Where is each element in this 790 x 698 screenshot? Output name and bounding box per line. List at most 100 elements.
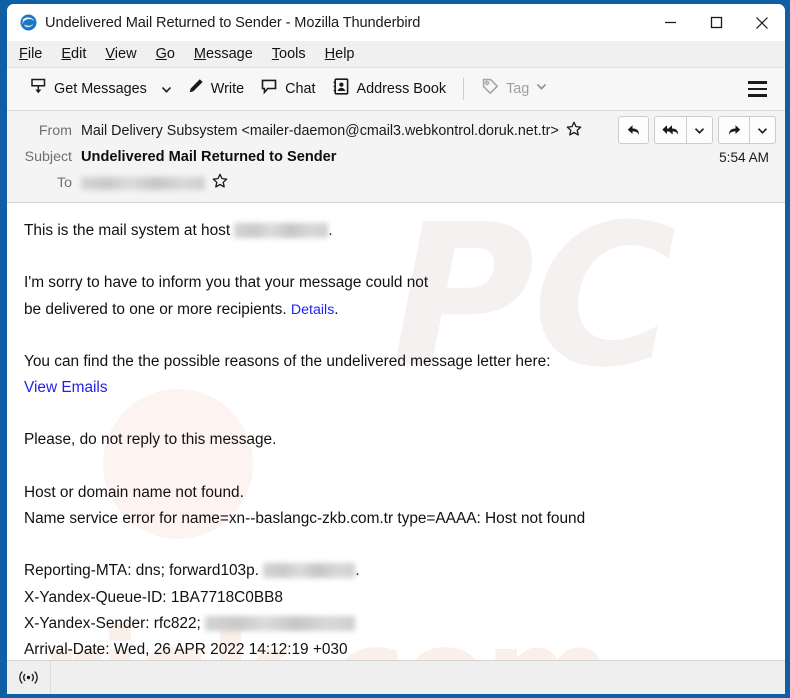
tag-chevron-down-icon	[535, 80, 548, 98]
body-line: X-Yandex-Queue-ID: 1BA7718C0BB8	[24, 585, 767, 611]
status-bar	[7, 660, 785, 694]
status-text-area	[51, 661, 785, 694]
menu-go[interactable]: Go	[156, 44, 186, 64]
body-text: .	[328, 222, 333, 239]
menu-tools-label: ools	[279, 46, 306, 62]
close-button[interactable]	[739, 4, 785, 41]
body-text: Name service error for name=xn--baslangc…	[24, 510, 586, 528]
menu-tools-accesskey: T	[271, 46, 280, 62]
body-text: Reporting-MTA: dns; forward103p.	[24, 562, 264, 580]
write-button[interactable]: Write	[178, 72, 252, 106]
broadcast-icon[interactable]	[7, 661, 51, 694]
message-body-lines: This is the mail system at host . I'm sor…	[24, 218, 767, 660]
chat-button[interactable]: Chat	[252, 72, 323, 106]
menu-message[interactable]: Message	[194, 44, 264, 64]
body-text: I'm sorry to have to inform you that you…	[24, 274, 429, 292]
menu-help-accesskey: H	[324, 46, 336, 62]
menu-view[interactable]: View	[105, 44, 147, 64]
body-line: You can find the the possible reasons of…	[24, 349, 767, 375]
to-row: To	[7, 170, 785, 196]
main-toolbar: Get Messages Write Chat Address Book Tag	[7, 68, 785, 111]
to-star-icon[interactable]	[212, 173, 228, 193]
to-value-group	[81, 173, 775, 193]
body-text: Host or domain name not found.	[24, 483, 244, 501]
app-menu-button[interactable]	[744, 75, 771, 102]
subject-value: Undelivered Mail Returned to Sender	[81, 149, 337, 165]
hamburger-bar-2	[748, 87, 767, 91]
body-text: .	[355, 562, 360, 580]
maximize-button[interactable]	[693, 4, 739, 41]
body-text: Arrival-Date: Wed, 26 APR 2022 14:12:19 …	[24, 641, 348, 659]
body-blank-line	[24, 401, 767, 427]
from-star-icon[interactable]	[566, 121, 582, 141]
forward-button[interactable]	[718, 116, 749, 144]
body-line: Reporting-MTA: dns; forward103p. .	[24, 558, 767, 584]
chevron-down-icon	[161, 86, 171, 93]
menu-view-label: iew	[114, 46, 137, 62]
reply-all-dropdown[interactable]	[686, 116, 713, 144]
menu-edit-accesskey: E	[61, 46, 72, 62]
hamburger-bar-1	[748, 81, 767, 84]
menu-file[interactable]: File	[19, 44, 53, 64]
reply-all-button[interactable]	[654, 116, 686, 144]
window-title: Undelivered Mail Returned to Sender - Mo…	[45, 14, 421, 31]
tag-button[interactable]: Tag	[473, 72, 556, 106]
message-header: From Mail Delivery Subsystem <mailer-dae…	[7, 111, 785, 203]
body-line: Name service error for name=xn--baslangc…	[24, 506, 767, 532]
menu-message-accesskey: M	[193, 46, 207, 62]
hamburger-bar-3	[748, 94, 767, 97]
redacted-text	[234, 223, 329, 238]
message-body: PC risk.com This is the mail system at h…	[7, 203, 785, 660]
body-line: Arrival-Date: Wed, 26 APR 2022 14:12:19 …	[24, 637, 767, 660]
get-messages-button[interactable]: Get Messages	[21, 72, 155, 106]
write-label: Write	[210, 81, 245, 97]
body-line: Host or domain name not found.	[24, 480, 767, 506]
body-text: X-Yandex-Queue-ID: 1BA7718C0BB8	[24, 588, 283, 606]
menu-view-accesskey: V	[105, 46, 115, 62]
menu-help[interactable]: Help	[325, 44, 366, 64]
reply-button[interactable]	[618, 116, 649, 144]
body-line: X-Yandex-Sender: rfc822;	[24, 611, 767, 637]
window-inner: Undelivered Mail Returned to Sender - Mo…	[7, 4, 785, 694]
chevron-down-icon	[757, 127, 768, 134]
menu-go-label: o	[166, 46, 175, 62]
message-actions	[618, 116, 776, 144]
menu-help-label: elp	[335, 46, 355, 62]
get-messages-label: Get Messages	[54, 81, 147, 97]
address-book-label: Address Book	[356, 81, 447, 97]
body-line: Please, do not reply to this message.	[24, 427, 767, 453]
body-blank-line	[24, 244, 767, 270]
thunderbird-window: Undelivered Mail Returned to Sender - Mo…	[0, 0, 790, 698]
body-text: be delivered to one or more recipients.	[24, 300, 291, 318]
body-link[interactable]: View Emails	[24, 379, 108, 396]
body-link[interactable]: Details	[291, 302, 334, 318]
toolbar-separator	[463, 78, 465, 100]
body-line: This is the mail system at host .	[24, 218, 767, 244]
redacted-text	[205, 615, 356, 631]
menu-edit[interactable]: Edit	[61, 44, 97, 64]
menu-file-label: ile	[27, 46, 43, 62]
menu-edit-label: dit	[71, 46, 87, 62]
menu-message-label: essage	[206, 46, 253, 62]
from-address[interactable]: Mail Delivery Subsystem <mailer-daemon@c…	[81, 123, 559, 139]
body-text: This is the mail system at host	[24, 222, 235, 239]
menu-go-accesskey: G	[155, 46, 167, 62]
to-label: To	[57, 175, 72, 191]
body-blank-line	[24, 532, 767, 558]
thunderbird-icon	[20, 14, 37, 31]
pencil-icon	[186, 77, 205, 101]
to-address-redacted[interactable]	[81, 176, 205, 190]
window-controls	[647, 4, 785, 41]
address-book-button[interactable]: Address Book	[324, 72, 455, 106]
menu-tools[interactable]: Tools	[272, 44, 317, 64]
title-bar: Undelivered Mail Returned to Sender - Mo…	[7, 4, 785, 41]
tag-label: Tag	[506, 81, 530, 97]
address-book-icon	[332, 77, 351, 101]
forward-dropdown[interactable]	[749, 116, 776, 144]
minimize-button[interactable]	[647, 4, 693, 41]
body-text: .	[334, 300, 339, 318]
get-messages-icon	[29, 77, 48, 101]
get-messages-dropdown[interactable]	[155, 77, 178, 102]
from-label: From	[38, 123, 72, 139]
body-blank-line	[24, 454, 767, 480]
